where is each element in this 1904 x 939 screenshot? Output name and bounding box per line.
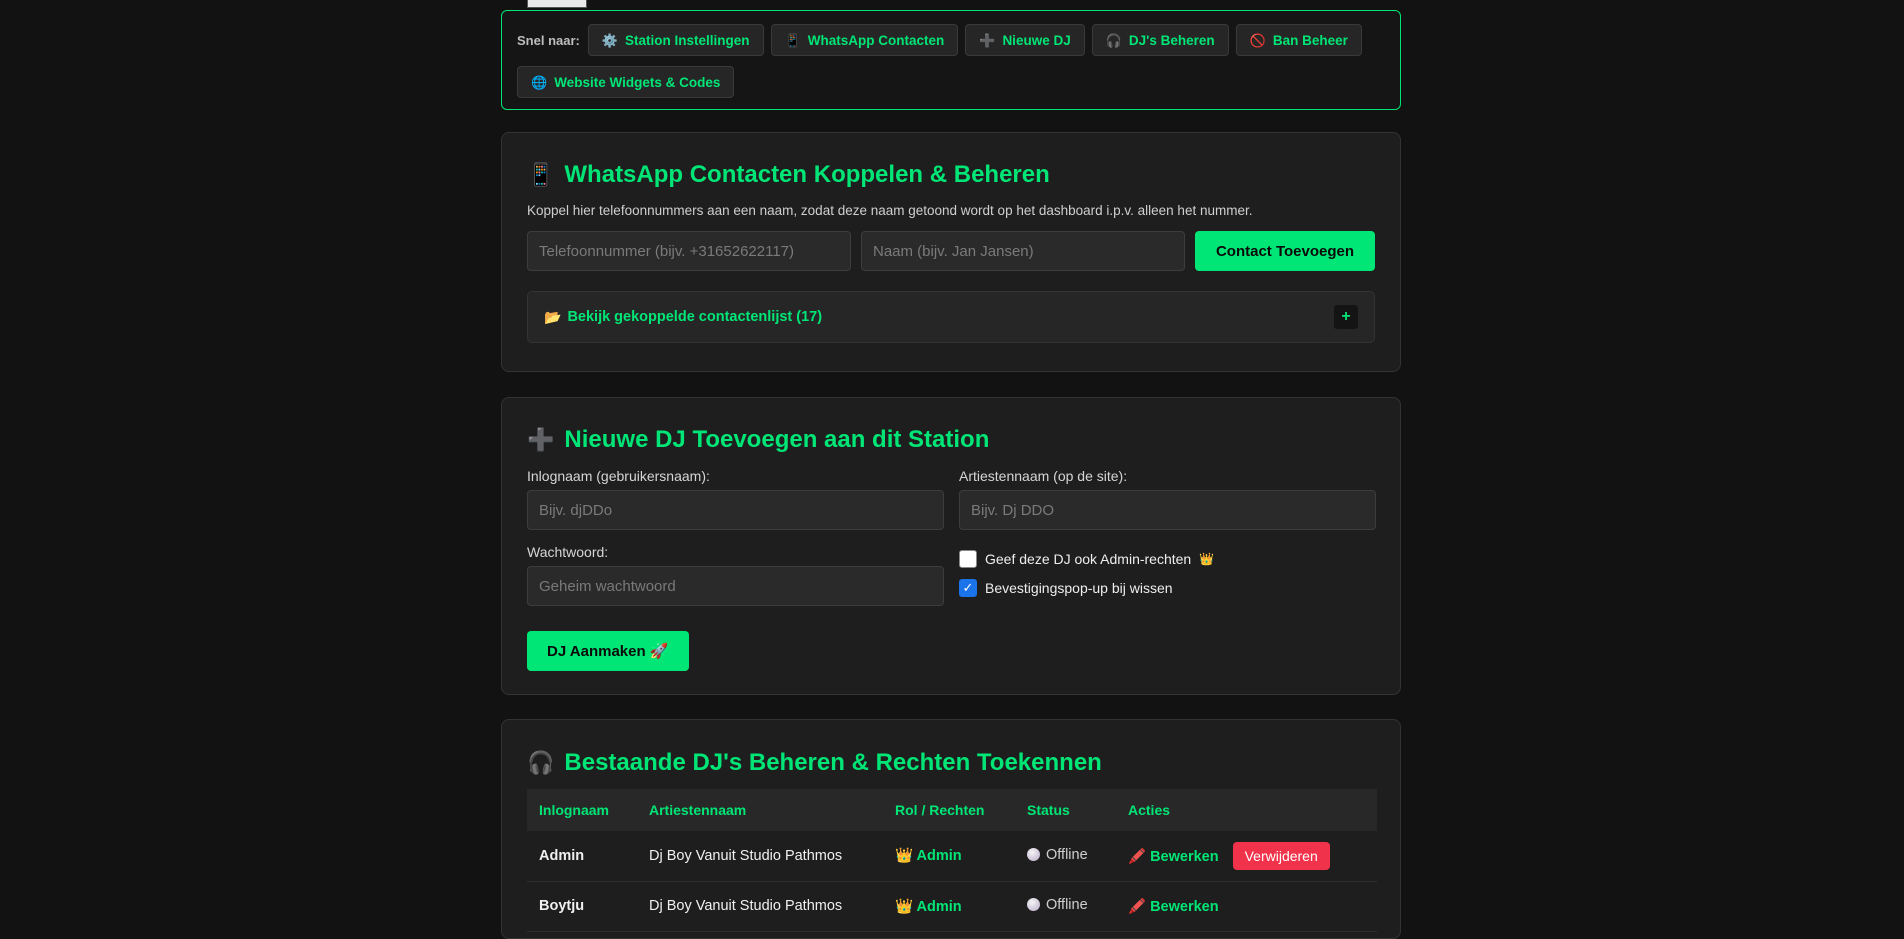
admin-checkbox-label: Geef deze DJ ook Admin-rechten [985, 551, 1192, 567]
column-header: Artiestennaam [637, 789, 883, 831]
table-header-row: Inlognaam Artiestennaam Rol / Rechten St… [527, 789, 1377, 831]
artist-cell: Dj Boy Vanuit Studio Pathmos [637, 831, 883, 882]
login-input[interactable] [527, 490, 944, 530]
quicknav-label: Website Widgets & Codes [554, 74, 721, 90]
table-row: Admin Dj Boy Vanuit Studio Pathmos 👑 Adm… [527, 831, 1377, 882]
globe-icon: 🌐 [531, 74, 548, 90]
whatsapp-card: 📱 WhatsApp Contacten Koppelen & Beheren … [501, 132, 1401, 372]
folder-icon: 📂 [544, 308, 562, 325]
column-header: Status [1015, 789, 1116, 831]
status-text: Offline [1046, 896, 1088, 913]
admin-checkbox-row[interactable]: Geef deze DJ ook Admin-rechten 👑 [959, 550, 1376, 568]
plus-icon: ➕ [979, 32, 996, 48]
phone-icon: 📱 [784, 32, 801, 48]
edit-button[interactable]: 🖍️ Bewerken [1128, 898, 1219, 915]
quicknav-label: DJ's Beheren [1128, 32, 1215, 48]
delete-button[interactable]: Verwijderen [1232, 841, 1330, 870]
login-cell: Boytju [527, 881, 637, 932]
contact-name-input[interactable] [861, 231, 1185, 271]
password-label: Wachtwoord: [527, 544, 609, 560]
status-dot-icon [1027, 898, 1040, 912]
login-label: Inlognaam (gebruikersnaam): [527, 468, 710, 484]
manage-djs-title: 🎧 Bestaande DJ's Beheren & Rechten Toeke… [527, 749, 1375, 777]
gear-icon: ⚙️ [601, 32, 619, 48]
expand-icon[interactable]: + [1334, 305, 1358, 329]
confirm-checkbox[interactable]: ✓ [959, 579, 977, 597]
whatsapp-title: 📱 WhatsApp Contacten Koppelen & Beheren [527, 161, 1375, 189]
quicknav-manage-djs-button[interactable]: 🎧 DJ's Beheren [1091, 24, 1229, 56]
whatsapp-title-text: WhatsApp Contacten Koppelen & Beheren [564, 161, 1050, 188]
login-cell: Admin [527, 831, 637, 882]
column-header: Rol / Rechten [883, 789, 1015, 831]
new-dj-title-text: Nieuwe DJ Toevoegen aan dit Station [564, 426, 990, 453]
password-input[interactable] [527, 566, 944, 606]
quicknav-whatsapp-button[interactable]: 📱 WhatsApp Contacten [770, 24, 959, 56]
plus-icon: ➕ [527, 427, 555, 452]
phone-input[interactable] [527, 231, 851, 271]
artist-input[interactable] [959, 490, 1376, 530]
whatsapp-description: Koppel hier telefoonnummers aan een naam… [527, 203, 1253, 218]
crown-icon: 👑 [1199, 552, 1215, 566]
confirm-checkbox-label: Bevestigingspop-up bij wissen [985, 580, 1173, 596]
headphones-icon: 🎧 [527, 750, 555, 775]
quicknav-station-settings-button[interactable]: ⚙️ Station Instellingen [587, 24, 764, 56]
manage-djs-card: 🎧 Bestaande DJ's Beheren & Rechten Toeke… [501, 719, 1401, 939]
dj-table: Inlognaam Artiestennaam Rol / Rechten St… [527, 789, 1377, 932]
table-row: Boytju Dj Boy Vanuit Studio Pathmos 👑 Ad… [527, 881, 1377, 932]
contact-list-toggle[interactable]: 📂 Bekijk gekoppelde contactenlijst (17) … [527, 291, 1375, 343]
headphones-icon: 🎧 [1105, 32, 1122, 48]
status-badge: Offline [1027, 847, 1088, 863]
status-text: Offline [1046, 846, 1088, 863]
manage-djs-title-text: Bestaande DJ's Beheren & Rechten Toekenn… [564, 749, 1102, 776]
artist-cell: Dj Boy Vanuit Studio Pathmos [637, 881, 883, 932]
ban-icon: 🚫 [1249, 32, 1266, 48]
quicknav-label: Nieuwe DJ [1002, 32, 1071, 48]
quicknav-label: Station Instellingen [625, 32, 750, 48]
status-badge: Offline [1027, 897, 1088, 913]
quick-nav: Snel naar: ⚙️ Station Instellingen 📱 Whats… [501, 10, 1401, 110]
quicknav-label: Ban Beheer [1272, 32, 1348, 48]
contact-list-label: Bekijk gekoppelde contactenlijst (17) [567, 309, 823, 325]
confirm-checkbox-row[interactable]: ✓ Bevestigingspop-up bij wissen [959, 579, 1376, 597]
quicknav-ban-button[interactable]: 🚫 Ban Beheer [1235, 24, 1362, 56]
phone-icon: 📱 [527, 162, 555, 187]
add-contact-button[interactable]: Contact Toevoegen [1195, 231, 1375, 271]
create-dj-button[interactable]: DJ Aanmaken 🚀 [527, 631, 689, 671]
quick-nav-label: Snel naar: [517, 32, 580, 48]
column-header: Inlognaam [527, 789, 637, 831]
admin-checkbox[interactable] [959, 550, 977, 568]
new-dj-title: ➕ Nieuwe DJ Toevoegen aan dit Station [527, 426, 1375, 454]
new-dj-card: ➕ Nieuwe DJ Toevoegen aan dit Station In… [501, 397, 1401, 695]
quicknav-widgets-button[interactable]: 🌐 Website Widgets & Codes [517, 66, 735, 98]
quicknav-new-dj-button[interactable]: ➕ Nieuwe DJ [965, 24, 1085, 56]
column-header: Acties [1116, 789, 1377, 831]
artist-label: Artiestennaam (op de site): [959, 468, 1128, 484]
role-badge: 👑 Admin [895, 848, 962, 865]
logo-thumbnail [527, 0, 587, 8]
edit-button[interactable]: 🖍️ Bewerken [1128, 848, 1219, 865]
status-dot-icon [1027, 848, 1040, 861]
role-badge: 👑 Admin [895, 898, 962, 915]
quicknav-label: WhatsApp Contacten [807, 32, 945, 48]
